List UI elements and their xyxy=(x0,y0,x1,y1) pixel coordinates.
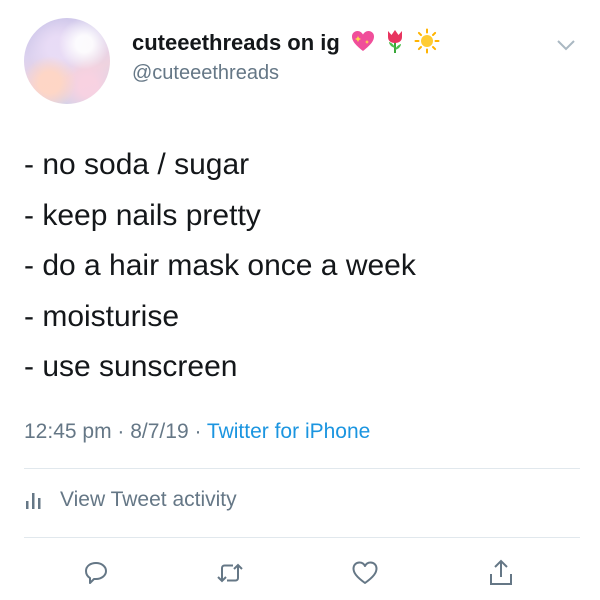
retweet-button[interactable] xyxy=(213,558,247,588)
tweet-time: 12:45 pm xyxy=(24,420,112,443)
divider xyxy=(24,537,580,538)
view-tweet-activity-button[interactable]: View Tweet activity xyxy=(24,488,237,512)
retweet-icon xyxy=(217,563,243,583)
tweet-metadata: 12:45 pm · 8/7/19 · Twitter for iPhone xyxy=(24,420,370,444)
view-tweet-activity-label: View Tweet activity xyxy=(60,488,237,511)
share-button[interactable] xyxy=(484,558,518,588)
tulip-icon xyxy=(388,30,402,53)
divider xyxy=(24,468,580,469)
tweet-line: - do a hair mask once a week xyxy=(24,249,416,282)
tweet-line: - no soda / sugar xyxy=(24,148,250,181)
tweet-date: 8/7/19 xyxy=(130,420,189,443)
display-name[interactable]: cuteeethreads on ig xyxy=(132,30,340,56)
chevron-down-icon[interactable] xyxy=(556,38,576,52)
avatar[interactable] xyxy=(24,18,110,104)
share-icon xyxy=(490,559,512,585)
tweet-line: - moisturise xyxy=(24,299,180,333)
meta-separator: · xyxy=(188,420,207,443)
heart-icon xyxy=(352,561,378,584)
tweet-line: - keep nails pretty xyxy=(24,198,261,232)
meta-separator: · xyxy=(111,420,131,443)
tweet-line: - use sunscreen xyxy=(24,350,238,383)
like-button[interactable] xyxy=(348,558,382,588)
analytics-icon xyxy=(26,493,41,509)
username-handle[interactable]: @cuteeethreads xyxy=(132,62,279,85)
tweet-text: - no soda / sugar - keep nails pretty - … xyxy=(24,140,416,393)
tweet-card: cuteeethreads on ig @cuteeethreads - no … xyxy=(0,0,600,600)
tweet-source-link[interactable]: Twitter for iPhone xyxy=(207,420,370,443)
sun-icon xyxy=(414,28,440,54)
sparkling-heart-icon xyxy=(352,31,374,51)
reply-button[interactable] xyxy=(79,558,113,588)
name-emojis xyxy=(350,28,440,54)
reply-icon xyxy=(85,562,107,584)
